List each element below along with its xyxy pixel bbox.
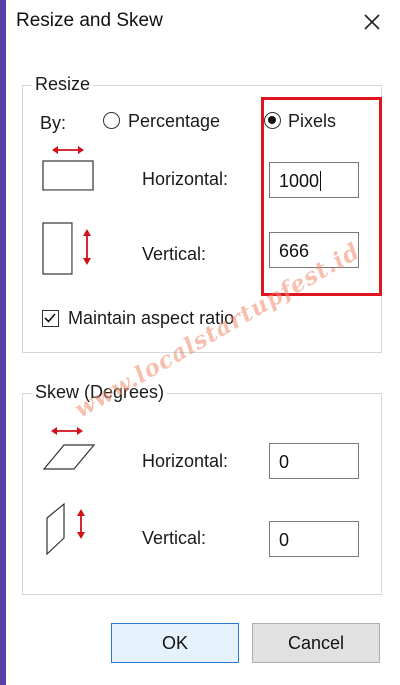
ok-button[interactable]: OK [111, 623, 239, 663]
window-title: Resize and Skew [16, 10, 163, 31]
by-label: By: [40, 113, 67, 133]
maintain-aspect-checkbox[interactable] [42, 310, 59, 327]
percentage-label[interactable]: Percentage [128, 111, 220, 132]
resize-horizontal-icon [42, 146, 94, 191]
title-bar: Resize and Skew [6, 0, 400, 44]
close-button[interactable] [358, 8, 386, 36]
resize-vertical-icon [42, 222, 91, 275]
skew-horizontal-input[interactable]: 0 [269, 443, 359, 479]
percentage-radio[interactable] [103, 112, 120, 129]
close-icon [364, 14, 380, 30]
window-accent-border [0, 0, 6, 685]
skew-horizontal-value: 0 [279, 452, 290, 472]
skew-vertical-value: 0 [279, 530, 290, 550]
skew-vertical-label: Vertical: [142, 528, 207, 548]
resize-group-label: Resize [32, 74, 94, 95]
checkmark-icon [44, 313, 56, 323]
skew-vertical-input[interactable]: 0 [269, 521, 359, 557]
cancel-button[interactable]: Cancel [252, 623, 380, 663]
skew-horizontal-icon [42, 427, 96, 470]
skew-vertical-icon [46, 502, 85, 556]
resize-horizontal-label: Horizontal: [142, 169, 229, 189]
resize-vertical-label: Vertical: [142, 244, 207, 264]
skew-horizontal-label: Horizontal: [142, 451, 229, 471]
